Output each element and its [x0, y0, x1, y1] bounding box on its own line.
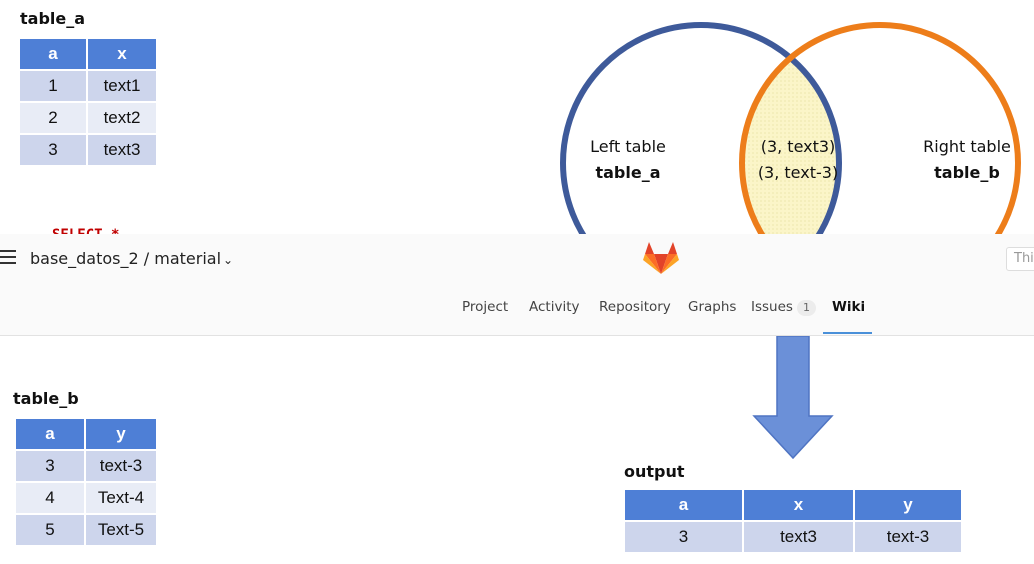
- table-b: a y 3 text-3 4 Text-4 5 Text-5: [14, 417, 158, 547]
- active-tab-indicator: [823, 332, 872, 334]
- tab-wiki[interactable]: Wiki: [832, 299, 865, 315]
- venn-left-label: Left table table_a: [578, 134, 678, 186]
- table-b-header-a: a: [16, 419, 84, 449]
- table-row: 3 text-3: [16, 451, 156, 481]
- table-cell: Text-4: [86, 483, 156, 513]
- table-cell: 3: [16, 451, 84, 481]
- chevron-down-icon[interactable]: ⌄: [223, 253, 233, 267]
- table-a: a x 1 text1 2 text2 3 text3: [18, 37, 158, 167]
- table-cell: 5: [16, 515, 84, 545]
- table-row: 2 text2: [20, 103, 156, 133]
- project-path[interactable]: base_datos_2 / material: [30, 249, 221, 268]
- output-header-x: x: [744, 490, 853, 520]
- table-cell: 2: [20, 103, 86, 133]
- issues-count-badge: 1: [796, 300, 816, 316]
- table-row: 1 text1: [20, 71, 156, 101]
- table-cell: 4: [16, 483, 84, 513]
- output-caption: output: [624, 462, 685, 481]
- table-row: 4 Text-4: [16, 483, 156, 513]
- venn-intersection-row: (3, text-3): [757, 163, 839, 182]
- table-a-header-a: a: [20, 39, 86, 69]
- gitlab-logo-icon[interactable]: [643, 240, 679, 276]
- tab-issues-label[interactable]: Issues: [751, 299, 793, 315]
- table-b-header-y: y: [86, 419, 156, 449]
- table-a-caption: table_a: [20, 9, 86, 28]
- table-cell: text-3: [86, 451, 156, 481]
- table-b-caption: table_b: [13, 389, 79, 408]
- tab-graphs[interactable]: Graphs: [688, 299, 736, 315]
- venn-intersection-label: (3, text3) (3, text-3): [745, 134, 851, 186]
- menu-icon[interactable]: [0, 250, 16, 264]
- search-input[interactable]: Thi: [1006, 247, 1034, 271]
- table-cell: text2: [88, 103, 156, 133]
- output-table: a x y 3 text3 text-3: [623, 488, 963, 554]
- table-cell: text3: [88, 135, 156, 165]
- venn-right-name: table_b: [934, 163, 1000, 182]
- table-row: 3 text3: [20, 135, 156, 165]
- venn-left-name: table_a: [595, 163, 661, 182]
- tab-repository[interactable]: Repository: [599, 299, 671, 315]
- project-breadcrumb[interactable]: base_datos_2 / material ⌄: [30, 249, 233, 268]
- venn-overlap: [742, 25, 839, 234]
- table-cell: text-3: [855, 522, 961, 552]
- output-header-y: y: [855, 490, 961, 520]
- table-cell: 3: [625, 522, 742, 552]
- table-cell: text1: [88, 71, 156, 101]
- venn-diagram: [560, 22, 1021, 234]
- tab-activity[interactable]: Activity: [529, 299, 580, 315]
- output-header-a: a: [625, 490, 742, 520]
- table-row: 3 text3 text-3: [625, 522, 961, 552]
- venn-right-title: Right table: [923, 137, 1011, 156]
- table-row: 5 Text-5: [16, 515, 156, 545]
- venn-right-label: Right table table_b: [914, 134, 1020, 186]
- venn-intersection-row: (3, text3): [760, 137, 836, 156]
- tab-project[interactable]: Project: [462, 299, 508, 315]
- table-cell: text3: [744, 522, 853, 552]
- venn-left-title: Left table: [590, 137, 666, 156]
- down-arrow-icon: [752, 336, 834, 460]
- table-cell: 3: [20, 135, 86, 165]
- table-a-header-x: x: [88, 39, 156, 69]
- table-cell: 1: [20, 71, 86, 101]
- table-cell: Text-5: [86, 515, 156, 545]
- tab-issues[interactable]: Issues 1: [751, 299, 816, 316]
